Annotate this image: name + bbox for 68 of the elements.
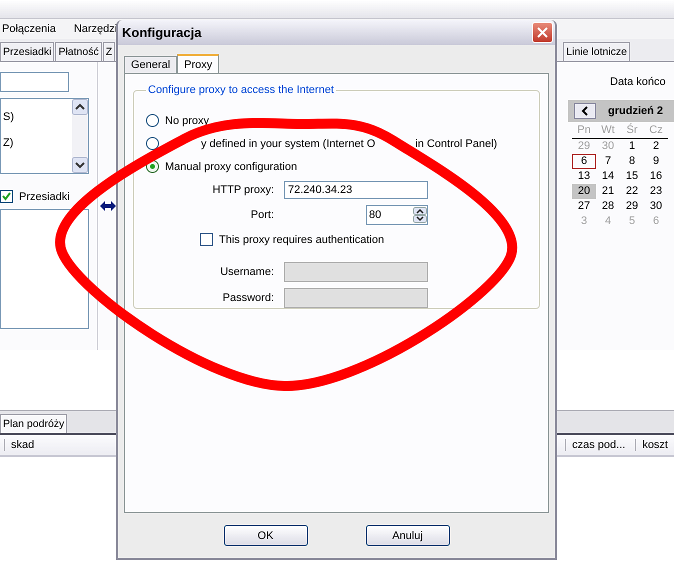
chevron-left-icon — [581, 106, 589, 116]
field-label: HTTP proxy: — [211, 184, 274, 196]
field-label: Password: — [222, 292, 274, 304]
list-item[interactable]: S) — [1, 111, 72, 123]
window-title: Konfiguracja — [122, 25, 202, 40]
tab[interactable]: Przesiadki — [0, 42, 54, 61]
group-title: Configure proxy to access the Internet — [147, 84, 335, 96]
tab[interactable]: Płatność — [55, 42, 102, 61]
calendar-day[interactable]: 14 — [596, 169, 620, 184]
radio-label: Manual proxy configuration — [165, 160, 298, 172]
column-header[interactable]: czas pod... — [565, 439, 632, 451]
calendar-day[interactable]: 8 — [620, 154, 644, 169]
date-label: Data końco — [610, 76, 667, 88]
month-title: grudzień 2 — [608, 105, 664, 117]
http-proxy-field[interactable]: 72.240.34.23 — [284, 181, 428, 199]
column-header[interactable]: skad — [4, 439, 40, 451]
tab[interactable]: General — [124, 56, 178, 73]
close-icon — [537, 27, 548, 38]
port-spinner[interactable]: 80 — [366, 205, 428, 225]
calendar-day[interactable]: 30 — [644, 199, 668, 214]
menu-item[interactable]: Połączenia — [2, 23, 56, 35]
previous-month-button[interactable] — [574, 103, 596, 119]
tab[interactable]: Proxy — [177, 54, 220, 74]
tab[interactable]: Linie lotnicze — [563, 42, 630, 61]
calendar-day[interactable]: 29 — [620, 199, 644, 214]
calendar-day[interactable]: 13 — [572, 169, 596, 184]
scroll-up-icon[interactable] — [72, 99, 88, 115]
checkbox[interactable] — [0, 190, 13, 203]
field-label: Port: — [250, 209, 274, 221]
tab[interactable]: Z — [102, 42, 116, 61]
input-field[interactable] — [0, 72, 69, 92]
double-arrow-icon[interactable] — [100, 201, 116, 211]
calendar-day[interactable]: 28 — [596, 199, 620, 214]
list-box[interactable]: S) Z) — [0, 98, 89, 174]
checkbox-label: This proxy requires authentication — [219, 234, 384, 246]
calendar-day[interactable]: 27 — [572, 199, 596, 214]
calendar-day[interactable]: 23 — [644, 184, 668, 199]
checkbox[interactable] — [200, 233, 213, 246]
radio-label: No proxy — [165, 114, 210, 126]
list-box[interactable] — [0, 209, 89, 329]
weekday-label: Cz — [644, 124, 668, 139]
tab[interactable]: Plan podróży — [0, 414, 68, 433]
radio-label: in Control Panel) — [415, 138, 498, 150]
calendar-day[interactable]: 22 — [620, 184, 644, 199]
calendar-day[interactable]: 7 — [596, 154, 620, 169]
weekday-label: Śr — [620, 124, 644, 139]
dialog-button[interactable]: OK — [224, 525, 308, 546]
scroll-down-icon[interactable] — [72, 157, 88, 173]
column-header[interactable]: koszt — [635, 439, 674, 451]
calendar-day[interactable]: 6 — [572, 154, 596, 169]
calendar-day[interactable]: 15 — [620, 169, 644, 184]
checkbox-label: Przesiadki — [19, 190, 70, 202]
list-item[interactable]: Z) — [1, 137, 72, 149]
dialog-button[interactable]: Anuluj — [366, 525, 450, 546]
radio-label: y defined in your system (Internet O — [201, 138, 376, 150]
calendar-day[interactable]: 2 — [644, 139, 668, 154]
close-button[interactable] — [532, 22, 553, 43]
radio-button[interactable] — [146, 114, 159, 127]
calendar-day[interactable]: 9 — [644, 154, 668, 169]
calendar-day[interactable]: 1 — [620, 139, 644, 154]
radio-button[interactable] — [146, 137, 159, 150]
calendar-day[interactable]: 20 — [572, 184, 596, 199]
calendar-day[interactable]: 21 — [596, 184, 620, 199]
weekday-label: Wt — [596, 124, 620, 139]
calendar-day[interactable]: 16 — [644, 169, 668, 184]
menu-item[interactable]: Narzędzi — [74, 23, 118, 35]
weekday-label: Pn — [572, 124, 596, 139]
field-label: Username: — [219, 266, 274, 278]
